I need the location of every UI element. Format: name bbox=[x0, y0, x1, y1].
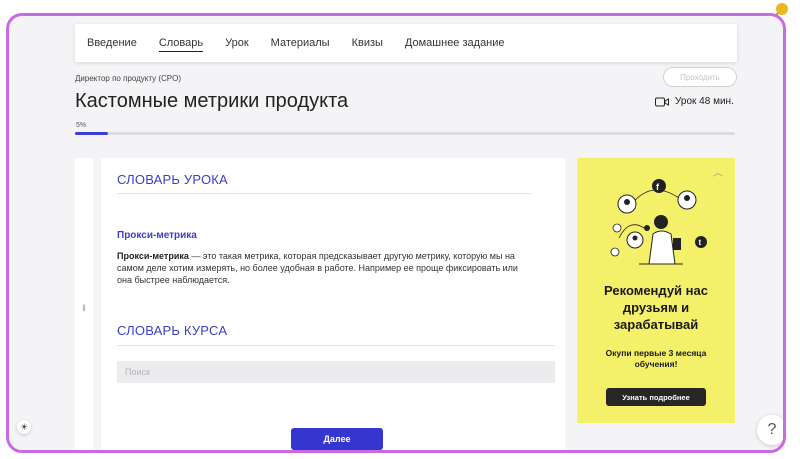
next-button[interactable]: Далее bbox=[291, 428, 383, 450]
page-title: Кастомные метрики продукта bbox=[75, 90, 349, 112]
progress-bar bbox=[75, 132, 735, 135]
promo-title: Рекомендуй нас друзьям и зарабатывай bbox=[604, 283, 708, 332]
video-camera-icon bbox=[655, 97, 669, 106]
referral-promo: ︿ f t Рекомендуй нас друзьям и зарабатыв… bbox=[577, 158, 735, 423]
tab-quizzes[interactable]: Квизы bbox=[352, 35, 383, 51]
course-glossary-title: СЛОВАРЬ КУРСА bbox=[117, 323, 228, 338]
svg-text:t: t bbox=[699, 238, 702, 247]
search-input[interactable] bbox=[117, 361, 555, 383]
tab-glossary[interactable]: Словарь bbox=[158, 35, 204, 52]
lesson-nav: Введение Словарь Урок Материалы Квизы До… bbox=[75, 24, 737, 62]
resize-handle[interactable]: ‖ bbox=[75, 158, 93, 450]
divider bbox=[117, 345, 555, 346]
term-definition: Прокси-метрика — это такая метрика, кото… bbox=[117, 250, 527, 286]
term-title: Прокси-метрика bbox=[117, 230, 197, 241]
promo-subtitle: Окупи первые 3 месяца обучения! bbox=[605, 348, 707, 369]
progress-fill bbox=[75, 132, 108, 135]
help-button[interactable]: ? bbox=[757, 415, 783, 445]
referral-illustration: f t bbox=[610, 179, 707, 265]
breadcrumb[interactable]: Директор по продукту (CPO) bbox=[75, 74, 181, 83]
tab-homework[interactable]: Домашнее задание bbox=[405, 35, 505, 51]
lesson-glossary-title: СЛОВАРЬ УРОКА bbox=[117, 172, 228, 187]
divider bbox=[117, 193, 532, 194]
lesson-duration: Урок 48 мин. bbox=[655, 96, 734, 107]
start-button[interactable]: Проходить bbox=[663, 67, 737, 87]
chevron-up-icon[interactable]: ︿ bbox=[713, 164, 723, 179]
tab-intro[interactable]: Введение bbox=[87, 35, 137, 51]
learn-more-button[interactable]: Узнать подробнее bbox=[606, 388, 706, 406]
progress-percent: 5% bbox=[76, 122, 87, 129]
glossary-panel: СЛОВАРЬ УРОКА Прокси-метрика Прокси-метр… bbox=[101, 158, 565, 450]
term-name: Прокси-метрика bbox=[117, 251, 189, 261]
app-window: Введение Словарь Урок Материалы Квизы До… bbox=[6, 13, 786, 453]
tab-materials[interactable]: Материалы bbox=[271, 35, 330, 51]
tab-lesson[interactable]: Урок bbox=[225, 35, 249, 51]
theme-toggle-icon[interactable]: ☀ bbox=[17, 420, 31, 434]
lesson-duration-text: Урок 48 мин. bbox=[675, 96, 734, 107]
